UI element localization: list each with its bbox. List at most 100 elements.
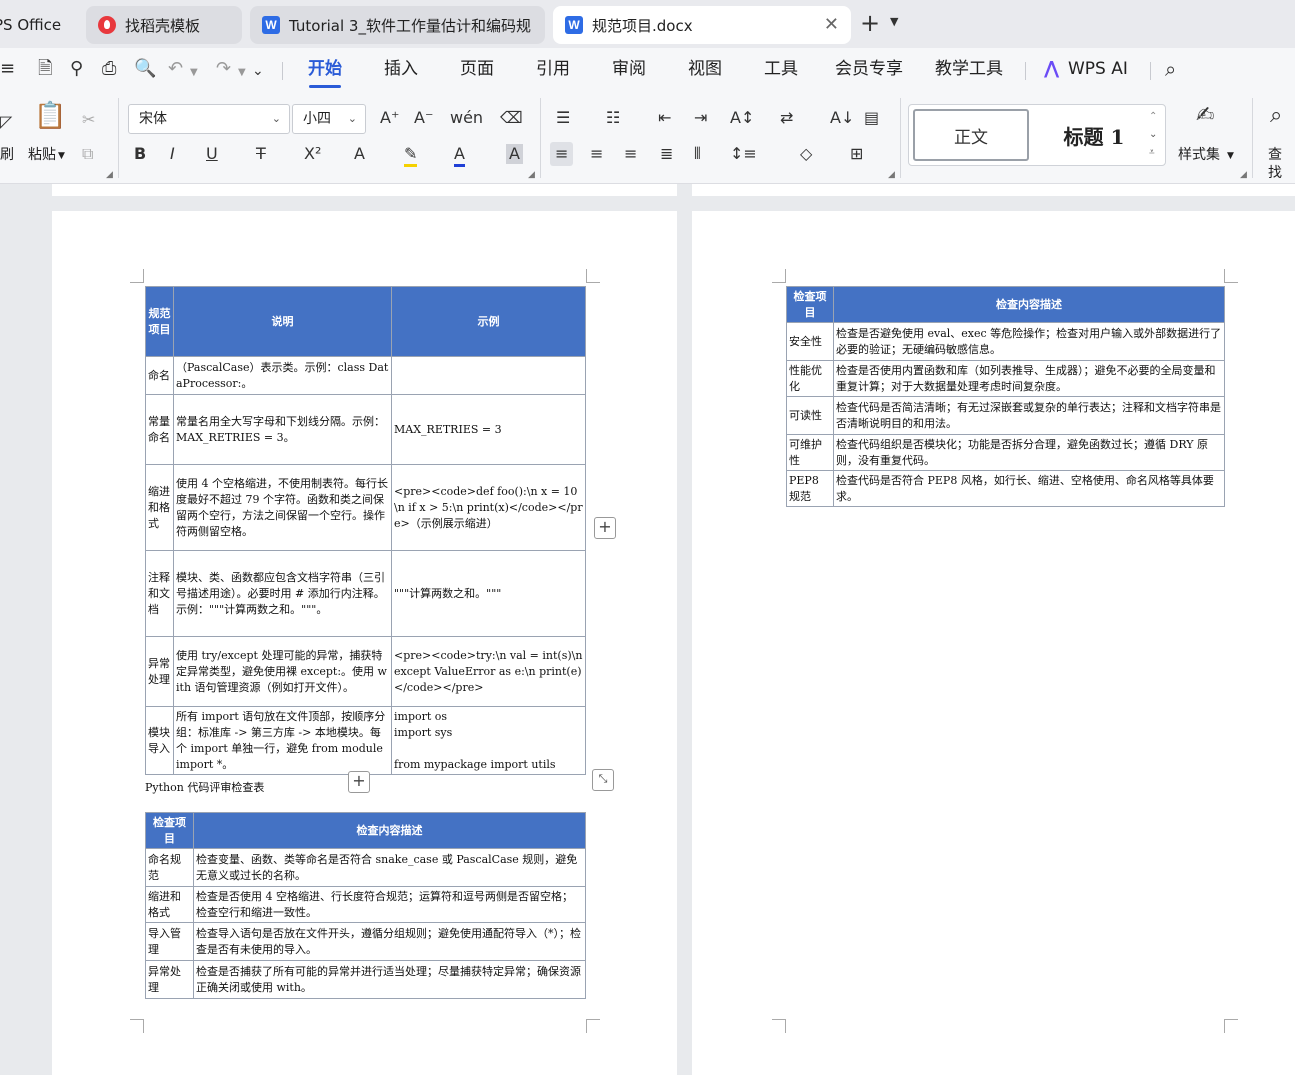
menu-tools[interactable]: 工具 [764, 58, 798, 80]
menu-view[interactable]: 视图 [688, 58, 722, 80]
font-name-select[interactable]: 宋体 ⌄ [128, 104, 290, 134]
format-painter-icon[interactable]: ◸ [0, 112, 12, 132]
scroll-up-icon[interactable]: ⌃ [1149, 107, 1157, 127]
style-normal[interactable]: 正文 [913, 109, 1029, 161]
page-right[interactable]: 检查项目 检查内容描述 安全性 检查是否避免使用 eval、exec 等危险操作… [692, 211, 1295, 1075]
paste-label[interactable]: 粘贴 [28, 146, 56, 164]
tab-wps-office[interactable]: PS Office [0, 6, 80, 44]
sort-az-icon[interactable]: A↓ [830, 108, 854, 128]
example-cell[interactable] [391, 356, 586, 395]
find-icon[interactable]: ⌕ [1270, 105, 1282, 127]
show-marks-icon[interactable]: ▤ [864, 108, 879, 128]
desc-cell[interactable]: 检查代码组织是否模块化；功能是否拆分合理，避免函数过长；遵循 DRY 原则，没有… [833, 434, 1225, 471]
increase-indent-icon[interactable]: ⇥ [694, 108, 707, 128]
dialog-launcher-icon[interactable]: ◢ [1240, 170, 1247, 180]
desc-cell[interactable]: 检查变量、函数、类等命名是否符合 snake_case 或 PascalCase… [193, 848, 586, 887]
search-icon[interactable]: ⌕ [1165, 58, 1176, 80]
underline-icon[interactable]: U [206, 144, 218, 164]
decrease-indent-icon[interactable]: ⇤ [658, 108, 671, 128]
superscript-icon[interactable]: X² [304, 144, 321, 164]
desc-cell[interactable]: 使用 try/except 处理可能的异常，捕获特定异常类型，避免使用裸 exc… [173, 636, 392, 707]
scroll-down-icon[interactable]: ⌄ [1149, 125, 1157, 145]
text-direction-icon[interactable]: A↕ [730, 108, 754, 128]
char-shading-icon[interactable]: A [506, 144, 523, 164]
expand-gallery-icon[interactable]: ⩡ [1149, 143, 1155, 163]
cut-icon[interactable]: ✂ [82, 110, 95, 130]
add-column-icon[interactable]: + [594, 517, 616, 539]
copy-icon[interactable]: ⧉ [82, 144, 93, 164]
desc-cell[interactable]: 检查是否使用内置函数和库（如列表推导、生成器）；避免不必要的全局变量和重复计算；… [833, 360, 1225, 397]
review-checklist-table[interactable]: 检查项目 检查内容描述 命名规范 检查变量、函数、类等命名是否符合 snake_… [145, 812, 586, 999]
shrink-font-icon[interactable]: A⁻ [414, 108, 433, 128]
desc-cell[interactable]: 检查是否使用 4 空格缩进、行长度符合规范；运算符和逗号两侧是否留空格；检查空行… [193, 886, 586, 923]
dialog-launcher-icon[interactable]: ◢ [888, 170, 895, 180]
desc-cell[interactable]: （PascalCase）表示类。示例：class DataProcessor:。 [173, 356, 392, 395]
bold-icon[interactable]: B [134, 144, 146, 164]
borders-icon[interactable]: ⊞ [850, 144, 863, 164]
chevron-down-icon[interactable]: ▼ [890, 15, 898, 28]
align-left-icon[interactable]: ≡ [550, 142, 574, 166]
item-cell[interactable]: 常量命名 [145, 394, 174, 465]
clear-format-icon[interactable]: ⌫ [500, 108, 523, 128]
style-set-label[interactable]: 样式集 [1178, 146, 1220, 164]
item-cell[interactable]: 导入管理 [145, 922, 194, 961]
item-cell[interactable]: PEP8 规范 [786, 470, 834, 507]
format-painter-label[interactable]: 刷 [0, 146, 14, 164]
undo-icon[interactable]: ↶ [168, 58, 183, 80]
tab-active-doc[interactable]: W 规范项目.docx ✕ [553, 6, 851, 44]
desc-cell[interactable]: 检查代码是否符合 PEP8 风格，如行长、缩进、空格使用、命名风格等具体要求。 [833, 470, 1225, 507]
find-label[interactable]: 查找 [1268, 146, 1295, 182]
item-cell[interactable]: 可维护性 [786, 434, 834, 471]
file-menu-icon[interactable]: ≡ [0, 58, 15, 80]
table-caption[interactable]: Python 代码评审检查表 [145, 779, 264, 795]
tab-template[interactable]: 找稻壳模板 [86, 6, 242, 44]
item-cell[interactable]: 可读性 [786, 396, 834, 435]
redo-icon[interactable]: ↷ [216, 58, 231, 80]
desc-cell[interactable]: 模块、类、函数都应包含文档字符串（三引号描述用途）。必要时用 # 添加行内注释。… [173, 550, 392, 637]
chevron-down-icon[interactable]: ▼ [190, 62, 198, 84]
example-cell[interactable]: <pre><code>try:\n val = int(s)\nexcept V… [391, 636, 586, 707]
menu-review[interactable]: 审阅 [612, 58, 646, 80]
table-resize-icon[interactable]: ⤡ [592, 769, 614, 791]
highlight-icon[interactable]: ✎ [404, 144, 418, 167]
desc-cell[interactable]: 常量名用全大写字母和下划线分隔。示例：MAX_RETRIES = 3。 [173, 394, 392, 465]
page-left[interactable]: 规范项目 说明 示例 命名 （PascalCase）表示类。示例：class D… [52, 211, 677, 1075]
item-cell[interactable]: 缩进和格式 [145, 464, 174, 551]
align-center-icon[interactable]: ≡ [590, 144, 603, 164]
desc-cell[interactable]: 使用 4 个空格缩进，不使用制表符。每行长度最好不超过 79 个字符。函数和类之… [173, 464, 392, 551]
font-color-icon[interactable]: A [454, 144, 465, 167]
menu-insert[interactable]: 插入 [384, 58, 418, 80]
item-cell[interactable]: 异常处理 [145, 960, 194, 999]
desc-cell[interactable]: 检查导入语句是否放在文件开头，遵循分组规则；避免使用通配符导入（*）；检查是否有… [193, 922, 586, 961]
more-chevron-icon[interactable]: ⌄ [252, 60, 264, 82]
distribute-icon[interactable]: ⫴ [694, 144, 701, 164]
item-cell[interactable]: 安全性 [786, 322, 834, 361]
menu-home[interactable]: 开始 [308, 58, 342, 80]
font-size-select[interactable]: 小四 ⌄ [292, 104, 366, 134]
bullet-list-icon[interactable]: ☰ [556, 108, 570, 128]
desc-cell[interactable]: 检查代码是否简洁清晰；有无过深嵌套或复杂的单行表达；注释和文档字符串是否清晰说明… [833, 396, 1225, 435]
tab-tutorial-doc[interactable]: W Tutorial 3_软件工作量估计和编码规 [250, 6, 545, 44]
justify-icon[interactable]: ≣ [660, 144, 673, 164]
review-checklist-table-cont[interactable]: 检查项目 检查内容描述 安全性 检查是否避免使用 eval、exec 等危险操作… [786, 286, 1225, 507]
menu-wps-ai[interactable]: WPS AI [1068, 58, 1128, 80]
print-icon[interactable]: ⎙ [102, 58, 116, 80]
share-icon[interactable]: ⚲ [70, 58, 83, 80]
menu-teaching-tools[interactable]: 教学工具 [935, 58, 1003, 80]
phonetic-guide-icon[interactable]: wén [450, 108, 483, 128]
grow-font-icon[interactable]: A⁺ [380, 108, 399, 128]
sort-icon[interactable]: ⇄ [780, 108, 793, 128]
coding-standards-table[interactable]: 规范项目 说明 示例 命名 （PascalCase）表示类。示例：class D… [145, 286, 586, 775]
example-cell[interactable]: MAX_RETRIES = 3 [391, 394, 586, 465]
item-cell[interactable]: 模块导入 [145, 706, 174, 775]
strikethrough-icon[interactable]: T [256, 144, 266, 164]
italic-icon[interactable]: I [170, 144, 175, 164]
style-heading-1[interactable]: 标题 1 [1039, 109, 1149, 161]
item-cell[interactable]: 异常处理 [145, 636, 174, 707]
menu-page[interactable]: 页面 [460, 58, 494, 80]
example-cell[interactable]: <pre><code>def foo():\n x = 10\n if x > … [391, 464, 586, 551]
menu-member[interactable]: 会员专享 [835, 58, 903, 80]
save-icon[interactable]: 🗎 [38, 58, 52, 80]
text-effect-icon[interactable]: A [354, 144, 365, 164]
close-icon[interactable]: ✕ [824, 14, 839, 35]
